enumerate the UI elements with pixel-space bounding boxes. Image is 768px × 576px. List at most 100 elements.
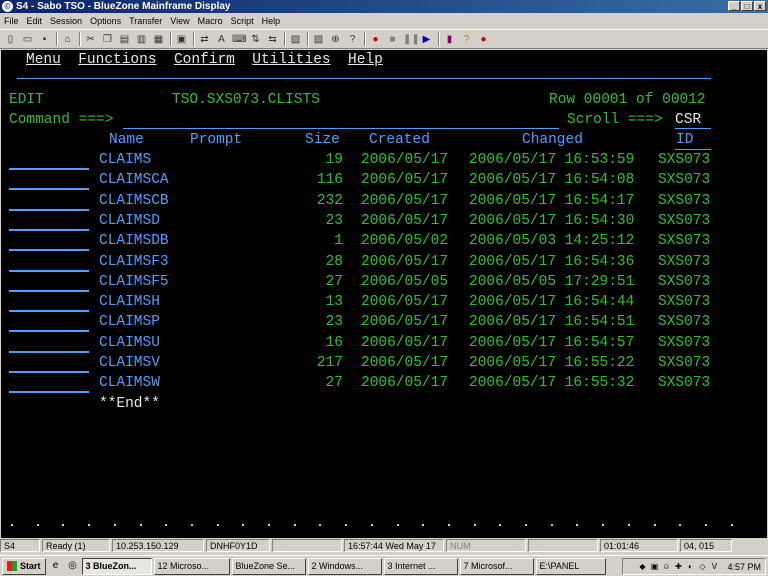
security-tray-icon[interactable]: ◇ — [697, 562, 707, 572]
print-icon[interactable]: ▥ — [135, 33, 148, 46]
line-command-input[interactable] — [9, 289, 89, 292]
command-input[interactable] — [123, 128, 559, 129]
stop-icon[interactable]: ■ — [386, 33, 399, 46]
network-tray-icon[interactable]: ▣ — [649, 562, 659, 572]
browser-quicklaunch-icon[interactable]: ◎ — [66, 559, 80, 573]
ispf-menu-confirm[interactable]: Confirm — [174, 52, 235, 68]
line-command-input[interactable] — [9, 208, 89, 211]
start-button[interactable]: Start — [2, 557, 46, 575]
column-header-id: ID — [676, 132, 694, 148]
member-name[interactable]: CLAIMSU — [99, 333, 160, 353]
member-name[interactable]: CLAIMSP — [99, 312, 160, 332]
status-field: S4 — [0, 539, 40, 552]
line-command-input[interactable] — [9, 391, 89, 394]
line-command-input[interactable] — [9, 350, 89, 353]
taskbar-button[interactable]: 12 Microso... — [153, 557, 230, 575]
member-name[interactable]: CLAIMS — [99, 150, 151, 170]
member-name[interactable]: CLAIMSD — [99, 211, 160, 231]
menu-options[interactable]: Options — [86, 16, 125, 26]
transfer-icon[interactable]: ⇅ — [249, 33, 262, 46]
member-name[interactable]: CLAIMSF5 — [99, 272, 169, 292]
line-command-input[interactable] — [9, 188, 89, 191]
menu-session[interactable]: Session — [46, 16, 86, 26]
maximize-button[interactable]: □ — [741, 1, 753, 11]
ispf-menu-utilities[interactable]: Utilities — [252, 52, 330, 68]
connect-icon[interactable]: ⇄ — [198, 33, 211, 46]
member-size: 16 — [325, 334, 343, 351]
minimize-button[interactable]: _ — [728, 1, 740, 11]
apple-icon[interactable]: ● — [477, 33, 490, 46]
clock: 4:57 PM — [727, 561, 761, 572]
footer-dot — [268, 524, 270, 526]
close-button[interactable]: x — [754, 1, 766, 11]
member-name[interactable]: CLAIMSH — [99, 292, 160, 312]
member-name[interactable]: CLAIMSW — [99, 373, 160, 393]
ispf-menu-help[interactable]: Help — [348, 52, 383, 68]
shield-tray-icon[interactable]: ◆ — [637, 562, 647, 572]
display-icon[interactable]: ▣ — [175, 33, 188, 46]
taskbar-button[interactable]: 2 Windows... — [307, 557, 382, 575]
menu-macro[interactable]: Macro — [194, 16, 227, 26]
member-name[interactable]: CLAIMSCB — [99, 191, 169, 211]
record-icon[interactable]: ● — [369, 33, 382, 46]
toolbar-separator — [364, 32, 366, 46]
zoom-icon[interactable]: ⊕ — [329, 33, 342, 46]
member-name[interactable]: CLAIMSCA — [99, 170, 169, 190]
taskbar-button[interactable]: 3 Internet ... — [383, 557, 458, 575]
taskbar-button[interactable]: 7 Microsof... — [459, 557, 534, 575]
help-icon[interactable]: ? — [460, 33, 473, 46]
toolbar-separator — [193, 32, 195, 46]
clipboard-icon[interactable]: ▧ — [289, 33, 302, 46]
print-screen-icon[interactable]: ▦ — [152, 33, 165, 46]
keyboard-icon[interactable]: ⌨ — [232, 33, 246, 46]
member-size: 217 — [316, 355, 343, 371]
bluezone-icon: © — [2, 1, 13, 12]
menu-help[interactable]: Help — [258, 16, 285, 26]
book-icon[interactable]: ▮ — [443, 33, 456, 46]
capture-icon[interactable]: ▨ — [312, 33, 325, 46]
pause-icon[interactable]: ❚❚ — [403, 33, 420, 46]
play-icon[interactable]: ▶ — [420, 33, 433, 46]
scroll-input[interactable]: CSR — [675, 110, 701, 130]
copy-icon[interactable]: ❐ — [101, 33, 114, 46]
ispf-menu-functions[interactable]: Functions — [78, 52, 156, 68]
line-command-input[interactable] — [9, 249, 89, 252]
ispf-menu-menu[interactable]: Menu — [26, 52, 61, 68]
menu-file[interactable]: File — [0, 16, 23, 26]
taskbar-button[interactable]: BlueZone Se... — [231, 557, 306, 575]
taskbar-button[interactable]: E:\PANEL — [535, 557, 606, 575]
line-command-input[interactable] — [9, 330, 89, 333]
paste-icon[interactable]: ▤ — [118, 33, 131, 46]
member-size: 23 — [325, 314, 343, 331]
antivirus-tray-icon[interactable]: V — [709, 562, 719, 572]
start-label: Start — [20, 561, 41, 571]
footer-dot — [370, 524, 373, 526]
line-command-input[interactable] — [9, 310, 89, 313]
line-command-input[interactable] — [9, 269, 89, 272]
member-name[interactable]: CLAIMSV — [99, 353, 160, 373]
line-command-input[interactable] — [9, 168, 89, 170]
transfer2-icon[interactable]: ⇆ — [266, 33, 279, 46]
menu-script[interactable]: Script — [227, 16, 258, 26]
terminal-screen[interactable]: Menu Functions Confirm Utilities Help ED… — [1, 50, 767, 538]
member-name[interactable]: CLAIMSF3 — [99, 252, 169, 272]
taskbar-button[interactable]: 3 BlueZon... — [81, 557, 152, 575]
find-icon[interactable]: ? — [346, 33, 359, 46]
home-icon[interactable]: ⌂ — [61, 33, 74, 46]
open-icon[interactable]: ▭ — [21, 33, 34, 46]
cut-icon[interactable]: ✂ — [84, 33, 97, 46]
font-icon[interactable]: A — [215, 33, 228, 46]
puzzle-tray-icon[interactable]: ✚ — [673, 562, 683, 572]
line-command-input[interactable] — [9, 228, 89, 231]
menu-edit[interactable]: Edit — [23, 16, 47, 26]
ie-quicklaunch-icon[interactable]: e — [49, 559, 63, 573]
new-icon[interactable]: ▯ — [4, 33, 17, 46]
menu-transfer[interactable]: Transfer — [125, 16, 166, 26]
save-icon[interactable]: ▪ — [38, 33, 51, 46]
footer-dot — [190, 524, 193, 526]
member-name[interactable]: CLAIMSDB — [99, 231, 169, 251]
smiley-tray-icon[interactable]: ☺ — [661, 562, 671, 572]
line-command-input[interactable] — [9, 371, 89, 373]
menu-view[interactable]: View — [166, 16, 193, 26]
volume-tray-icon[interactable]: ◐ — [685, 562, 695, 572]
